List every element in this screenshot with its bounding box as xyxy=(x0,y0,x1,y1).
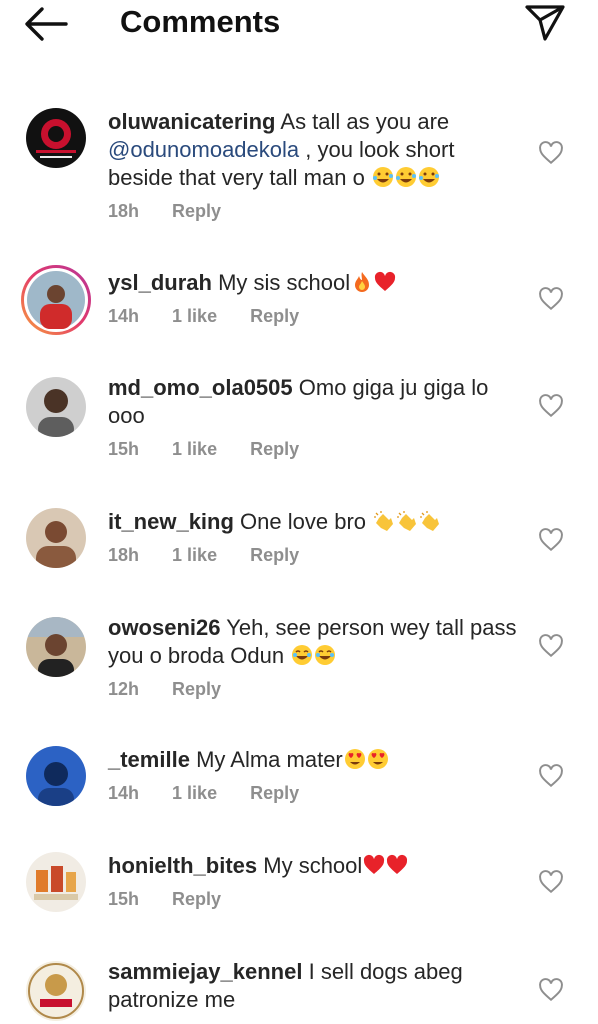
comment-text: _temille My Alma mater xyxy=(108,746,523,774)
like-heart-icon[interactable] xyxy=(538,978,564,1002)
avatar[interactable] xyxy=(26,746,86,806)
clap-emoji-icon xyxy=(373,510,395,532)
timestamp: 12h xyxy=(108,679,140,699)
emoji-group xyxy=(362,853,408,878)
like-heart-icon[interactable] xyxy=(538,394,564,418)
avatar[interactable] xyxy=(26,617,86,677)
reply-button[interactable]: Reply xyxy=(250,304,299,328)
comment-body: owoseni26 Yeh, see person wey tall pass … xyxy=(108,614,523,701)
comment-body: sammiejay_kennel I sell dogs abeg patron… xyxy=(108,958,523,1014)
avatar[interactable] xyxy=(26,852,86,912)
comment-text: md_omo_ola0505 Omo giga ju giga lo ooo xyxy=(108,374,523,430)
hearteyes-emoji-icon xyxy=(367,748,389,770)
comment-meta: 14h 1 like Reply xyxy=(108,304,523,328)
comment-content: One love bro xyxy=(240,509,373,534)
emoji-group xyxy=(371,165,440,190)
like-heart-icon[interactable] xyxy=(538,528,564,552)
username[interactable]: md_omo_ola0505 xyxy=(108,375,293,400)
comment-meta: 18h Reply xyxy=(108,199,523,223)
username[interactable]: _temille xyxy=(108,747,190,772)
mention-link[interactable]: @odunomoadekola xyxy=(108,137,299,162)
comment-text: oluwanicatering As tall as you are @odun… xyxy=(108,108,523,192)
comment-text: it_new_king One love bro xyxy=(108,508,523,536)
username[interactable]: honielth_bites xyxy=(108,853,257,878)
heart-emoji-icon xyxy=(363,854,385,876)
clap-emoji-icon xyxy=(419,510,441,532)
comment-meta: 18h 1 like Reply xyxy=(108,543,523,567)
username[interactable]: ysl_durah xyxy=(108,270,212,295)
comment-text: honielth_bites My school xyxy=(108,852,523,880)
comment-body: ysl_durah My sis school 14h 1 like Reply xyxy=(108,269,523,328)
avatar[interactable] xyxy=(26,961,86,1021)
comment-text: sammiejay_kennel I sell dogs abeg patron… xyxy=(108,958,523,1014)
heart-emoji-icon xyxy=(374,271,396,293)
timestamp: 18h xyxy=(108,201,140,221)
comment-meta: 15h 1 like Reply xyxy=(108,437,523,461)
heart-emoji-icon xyxy=(386,854,408,876)
comment-meta: 15h Reply xyxy=(108,887,523,911)
avatar[interactable] xyxy=(20,264,92,336)
joy-emoji-icon xyxy=(291,644,313,666)
emoji-group xyxy=(372,509,441,534)
comment-meta: 14h 1 like Reply xyxy=(108,781,523,805)
reply-button[interactable]: Reply xyxy=(250,781,299,805)
reply-button[interactable]: Reply xyxy=(172,199,221,223)
comment-content: As tall as you are xyxy=(280,109,450,134)
emoji-group xyxy=(350,270,396,295)
comment-text: owoseni26 Yeh, see person wey tall pass … xyxy=(108,614,523,670)
back-arrow-icon[interactable] xyxy=(22,5,68,43)
comment-text: ysl_durah My sis school xyxy=(108,269,523,297)
like-heart-icon[interactable] xyxy=(538,870,564,894)
comment-body: _temille My Alma mater 14h 1 like Reply xyxy=(108,746,523,805)
reply-button[interactable]: Reply xyxy=(250,543,299,567)
joy-emoji-icon xyxy=(314,644,336,666)
timestamp: 14h xyxy=(108,783,140,803)
likes-count[interactable]: 1 like xyxy=(172,543,217,567)
page-title: Comments xyxy=(120,4,281,39)
reply-button[interactable]: Reply xyxy=(172,677,221,701)
likes-count[interactable]: 1 like xyxy=(172,437,217,461)
clap-emoji-icon xyxy=(396,510,418,532)
like-heart-icon[interactable] xyxy=(538,764,564,788)
rofl-emoji-icon xyxy=(372,166,394,188)
username[interactable]: owoseni26 xyxy=(108,615,220,640)
hearteyes-emoji-icon xyxy=(344,748,366,770)
reply-button[interactable]: Reply xyxy=(172,887,221,911)
likes-count[interactable]: 1 like xyxy=(172,781,217,805)
like-heart-icon[interactable] xyxy=(538,634,564,658)
fire-emoji-icon xyxy=(351,271,373,293)
likes-count[interactable]: 1 like xyxy=(172,304,217,328)
timestamp: 15h xyxy=(108,889,140,909)
comment-body: md_omo_ola0505 Omo giga ju giga lo ooo 1… xyxy=(108,374,523,461)
avatar[interactable] xyxy=(26,508,86,568)
timestamp: 14h xyxy=(108,306,140,326)
reply-button[interactable]: Reply xyxy=(250,437,299,461)
emoji-group xyxy=(290,643,336,668)
like-heart-icon[interactable] xyxy=(538,287,564,311)
comment-body: oluwanicatering As tall as you are @odun… xyxy=(108,108,523,223)
comment-content: My school xyxy=(263,853,363,878)
timestamp: 18h xyxy=(108,545,140,565)
emoji-group xyxy=(343,747,389,772)
username[interactable]: sammiejay_kennel xyxy=(108,959,302,984)
comment-content: My Alma mater xyxy=(196,747,343,772)
send-icon[interactable] xyxy=(523,3,567,41)
comment-meta: 12h Reply xyxy=(108,677,523,701)
comment-body: it_new_king One love bro 18h 1 like Repl… xyxy=(108,508,523,567)
username[interactable]: oluwanicatering xyxy=(108,109,275,134)
comment-body: honielth_bites My school 15h Reply xyxy=(108,852,523,911)
comment-content: My sis school xyxy=(218,270,351,295)
top-bar: Comments xyxy=(0,0,598,48)
rofl-emoji-icon xyxy=(418,166,440,188)
avatar[interactable] xyxy=(26,108,86,168)
username[interactable]: it_new_king xyxy=(108,509,234,534)
timestamp: 15h xyxy=(108,439,140,459)
rofl-emoji-icon xyxy=(395,166,417,188)
like-heart-icon[interactable] xyxy=(538,141,564,165)
avatar[interactable] xyxy=(26,377,86,437)
